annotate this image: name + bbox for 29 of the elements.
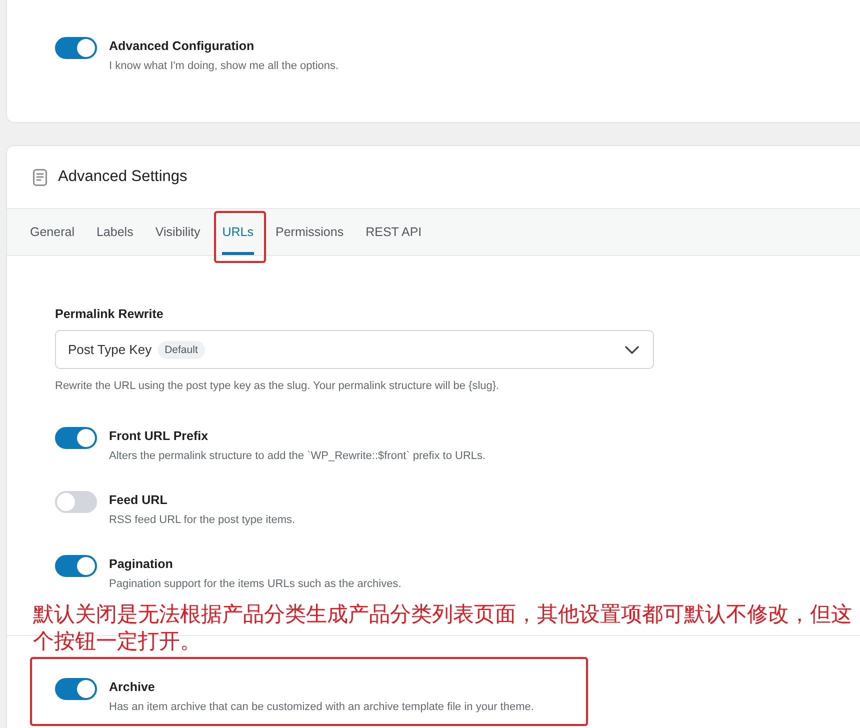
default-badge: Default	[158, 340, 205, 358]
toggle-switch[interactable]	[55, 427, 97, 449]
toggle-switch[interactable]	[55, 678, 97, 700]
toggle-label: Front URL Prefix	[109, 428, 208, 445]
tab[interactable]: REST API	[366, 209, 422, 255]
field-hint: Rewrite the URL using the post type key as the slug. Your permalink structure will be {slug}.	[55, 379, 500, 394]
field-label: Permalink Rewrite	[55, 306, 164, 323]
toggle-label: Feed URL	[109, 492, 168, 509]
chevron-down-icon	[625, 346, 639, 354]
panel-title: Advanced Settings	[58, 168, 188, 186]
tab[interactable]: Visibility	[155, 209, 200, 255]
tab[interactable]: General	[30, 209, 74, 255]
document-icon	[33, 168, 47, 186]
toggle-label: Archive	[109, 679, 155, 696]
tab[interactable]: Labels	[96, 209, 134, 255]
tab[interactable]: URLs	[222, 209, 254, 255]
toggle-switch[interactable]	[55, 37, 97, 59]
toggle-description: I know what I'm doing, show me all the options.	[109, 59, 339, 74]
toggle-description: RSS feed URL for the post type items.	[109, 513, 296, 528]
toggle-description: Alters the permalink structure to add the `WP_Rewrite::$front` prefix to URLs.	[109, 449, 486, 464]
tab[interactable]: Permissions	[276, 209, 344, 255]
toggle-label: Pagination	[109, 556, 173, 573]
tab-highlight-box	[214, 211, 266, 263]
toggle-switch[interactable]	[55, 555, 97, 577]
toggle-description: Has an item archive that can be customized with an archive template file in your theme.	[109, 700, 534, 715]
permalink-select[interactable]: Post Type Key Default	[55, 330, 654, 369]
annotation-note: 默认关闭是无法根据产品分类生成产品分类列表页面，其他设置项都可默认不修改，但这个按钮一定打开。	[33, 602, 853, 655]
toggle-description: Pagination support for the items URLs such as the archives.	[109, 577, 402, 592]
toggle-label: Advanced Configuration	[109, 38, 254, 55]
